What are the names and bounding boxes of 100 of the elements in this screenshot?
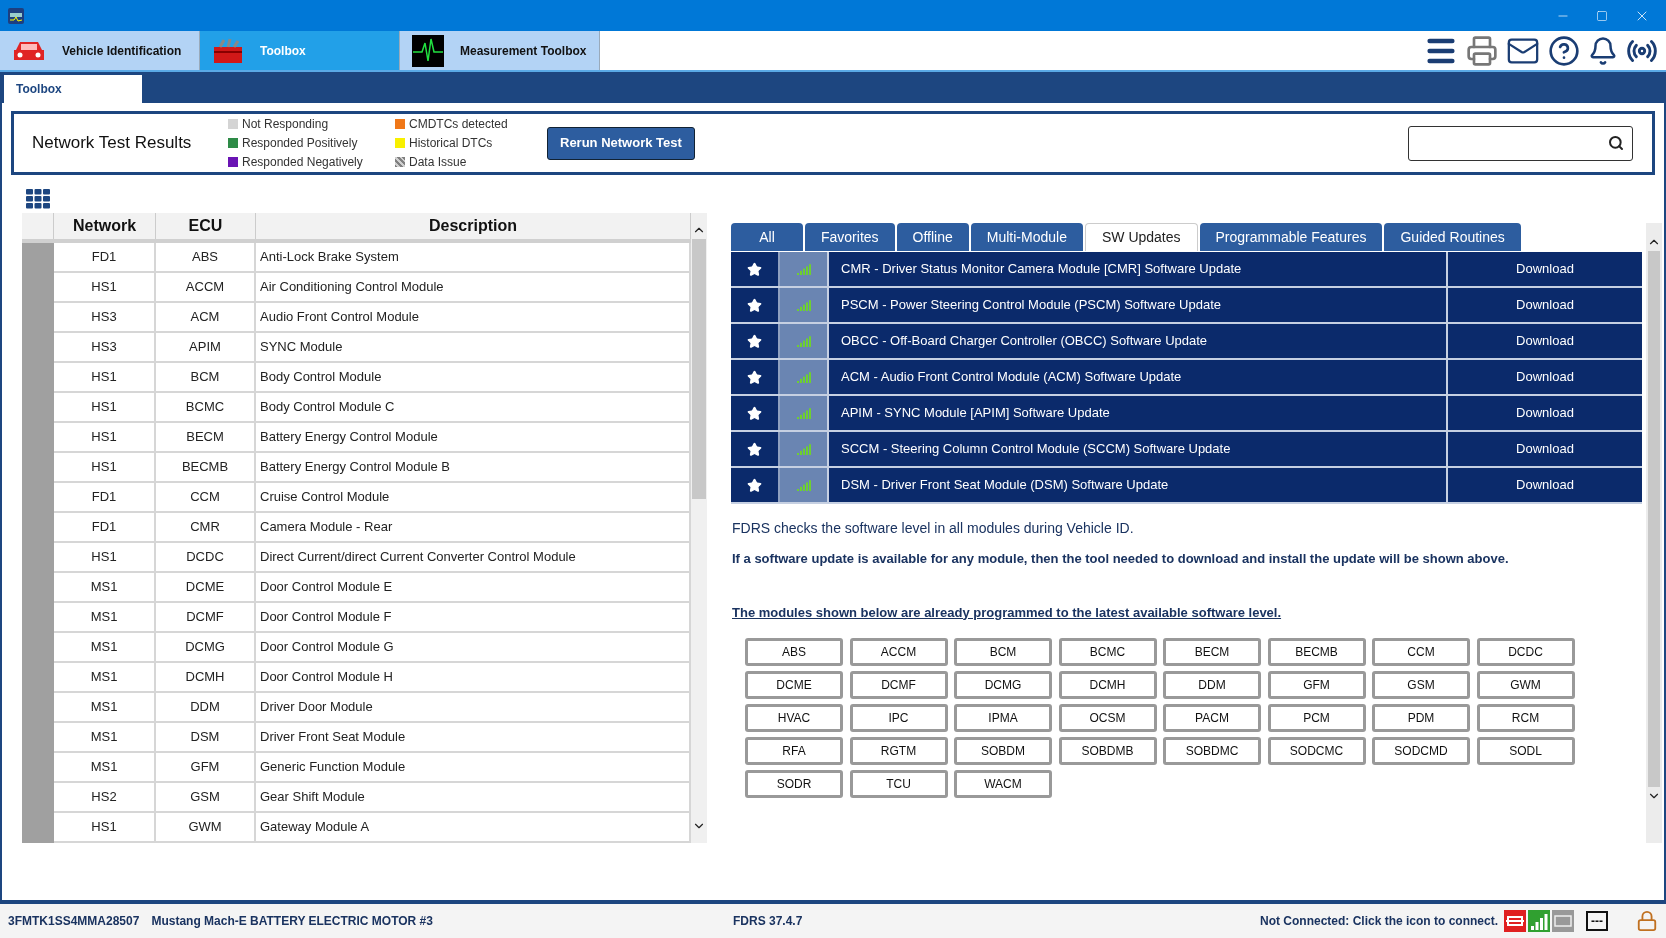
update-title[interactable]: APIM - SYNC Module [APIM] Software Update	[829, 396, 1448, 430]
star-icon[interactable]	[747, 477, 762, 493]
module-chip[interactable]: BECMB	[1267, 638, 1366, 666]
module-chip[interactable]: RGTM	[849, 737, 948, 765]
module-chip[interactable]: DCDC	[1476, 638, 1575, 666]
legend-label: Data Issue	[409, 154, 467, 171]
module-chip[interactable]: ABS	[745, 638, 843, 666]
module-chip[interactable]: PCM	[1267, 704, 1366, 732]
download-button[interactable]: Download	[1448, 360, 1642, 394]
module-chip[interactable]: PDM	[1372, 704, 1470, 732]
info-text: FDRS checks the software level in all modules during Vehicle ID.	[732, 519, 1135, 538]
module-chip[interactable]: ACCM	[849, 638, 948, 666]
scrollbar[interactable]	[691, 213, 707, 843]
tool-tab[interactable]: SW Updates	[1084, 223, 1198, 251]
tool-tab[interactable]: Guided Routines	[1384, 223, 1521, 251]
download-button[interactable]: Download	[1448, 252, 1642, 286]
help-icon[interactable]	[1548, 34, 1580, 67]
table-cell: BECMB	[156, 453, 256, 481]
tool-tab[interactable]: Favorites	[805, 223, 895, 251]
grid-view-icon[interactable]	[26, 189, 50, 209]
module-chip[interactable]: SOBDMB	[1058, 737, 1157, 765]
module-chip[interactable]: BCM	[954, 638, 1052, 666]
lock-icon[interactable]	[1636, 910, 1658, 932]
module-chip[interactable]: HVAC	[745, 704, 843, 732]
update-title[interactable]: SCCM - Steering Column Control Module (SCCM) Software Update	[829, 432, 1448, 466]
table-cell: FD1	[54, 243, 156, 271]
update-title[interactable]: CMR - Driver Status Monitor Camera Module [CMR] Software Update	[829, 252, 1448, 286]
tool-tab[interactable]: All	[731, 223, 803, 251]
tool-tab[interactable]: Programmable Features	[1199, 223, 1383, 251]
module-chip[interactable]: RFA	[745, 737, 843, 765]
module-chip[interactable]: OCSM	[1058, 704, 1157, 732]
download-button[interactable]: Download	[1448, 324, 1642, 358]
star-icon[interactable]	[747, 405, 762, 421]
bell-icon[interactable]	[1588, 35, 1618, 66]
table-cell: BCMC	[156, 393, 256, 421]
module-chip[interactable]: BECM	[1163, 638, 1261, 666]
legend-label: Historical DTCs	[409, 135, 493, 152]
table-cell: HS1	[54, 813, 156, 841]
update-title[interactable]: PSCM - Power Steering Control Module (PSCM) Software Update	[829, 288, 1448, 322]
module-chip[interactable]: DDM	[1163, 671, 1261, 699]
star-icon[interactable]	[747, 261, 762, 277]
signal-bars-icon	[796, 299, 811, 311]
printer-icon[interactable]	[1466, 34, 1498, 67]
module-chip[interactable]: SODL	[1476, 737, 1575, 765]
table-cell: HS1	[54, 423, 156, 451]
table-cell: HS1	[54, 393, 156, 421]
device-icon	[1552, 910, 1574, 932]
legend-label: CMDTCs detected	[409, 116, 508, 133]
table-cell: ACCM	[156, 273, 256, 301]
search-icon[interactable]	[1608, 135, 1624, 151]
download-button[interactable]: Download	[1448, 288, 1642, 322]
download-button[interactable]: Download	[1448, 468, 1642, 502]
module-chip[interactable]: GSM	[1372, 671, 1470, 699]
module-chip[interactable]: SOBDM	[954, 737, 1052, 765]
tool-tab[interactable]: Multi-Module	[970, 223, 1083, 251]
module-chip[interactable]: DCMH	[1058, 671, 1157, 699]
download-button[interactable]: Download	[1448, 432, 1642, 466]
table-cell: MS1	[54, 573, 156, 601]
module-chip[interactable]: IPMA	[954, 704, 1052, 732]
star-icon[interactable]	[747, 369, 762, 385]
scrollbar[interactable]	[1646, 223, 1662, 843]
update-title[interactable]: ACM - Audio Front Control Module (ACM) Software Update	[829, 360, 1448, 394]
signal-bars-icon	[796, 479, 811, 491]
signal-bars-icon	[796, 263, 811, 275]
app-icon	[8, 7, 24, 24]
module-chip[interactable]: DCME	[745, 671, 843, 699]
module-chip[interactable]: DCMG	[954, 671, 1052, 699]
table-cell: HS1	[54, 273, 156, 301]
sub-tab[interactable]: Toolbox	[4, 75, 142, 103]
module-chip[interactable]: RCM	[1476, 704, 1575, 732]
module-chip[interactable]: GFM	[1267, 671, 1366, 699]
main-tab[interactable]: Vehicle Identification	[0, 31, 200, 70]
module-chip[interactable]: WACM	[954, 770, 1052, 798]
indicator-box: ---	[1586, 911, 1608, 931]
module-chip[interactable]: SOBDMC	[1163, 737, 1261, 765]
table-cell: DCMF	[156, 603, 256, 631]
update-title[interactable]: DSM - Driver Front Seat Module (DSM) Software Update	[829, 468, 1448, 502]
module-chip[interactable]: PACM	[1163, 704, 1261, 732]
module-chip[interactable]: SODCMC	[1267, 737, 1366, 765]
download-button[interactable]: Download	[1448, 396, 1642, 430]
star-icon[interactable]	[747, 297, 762, 313]
module-chip[interactable]: SODR	[745, 770, 843, 798]
module-chip[interactable]: SODCMD	[1372, 737, 1470, 765]
tool-tab[interactable]: Offline	[896, 223, 969, 251]
legend-label: Responded Positively	[242, 135, 358, 152]
module-chip[interactable]: IPC	[849, 704, 948, 732]
connector-icon[interactable]	[1504, 910, 1526, 932]
update-title[interactable]: OBCC - Off-Board Charger Controller (OBCC) Software Update	[829, 324, 1448, 358]
connection-status[interactable]: Not Connected: Click the icon to connect.	[1260, 912, 1498, 930]
maximize-icon[interactable]	[1596, 9, 1608, 22]
module-chip[interactable]: GWM	[1476, 671, 1575, 699]
module-chip[interactable]: BCMC	[1058, 638, 1157, 666]
module-chip[interactable]: TCU	[849, 770, 948, 798]
star-icon[interactable]	[747, 441, 762, 457]
module-chip[interactable]: DCMF	[849, 671, 948, 699]
rerun-network-test-button[interactable]: Rerun Network Test	[547, 126, 695, 160]
star-icon[interactable]	[747, 333, 762, 349]
search-field[interactable]	[1408, 125, 1633, 161]
main-tab[interactable]: Measurement Toolbox	[400, 31, 600, 70]
module-chip[interactable]: CCM	[1372, 638, 1470, 666]
